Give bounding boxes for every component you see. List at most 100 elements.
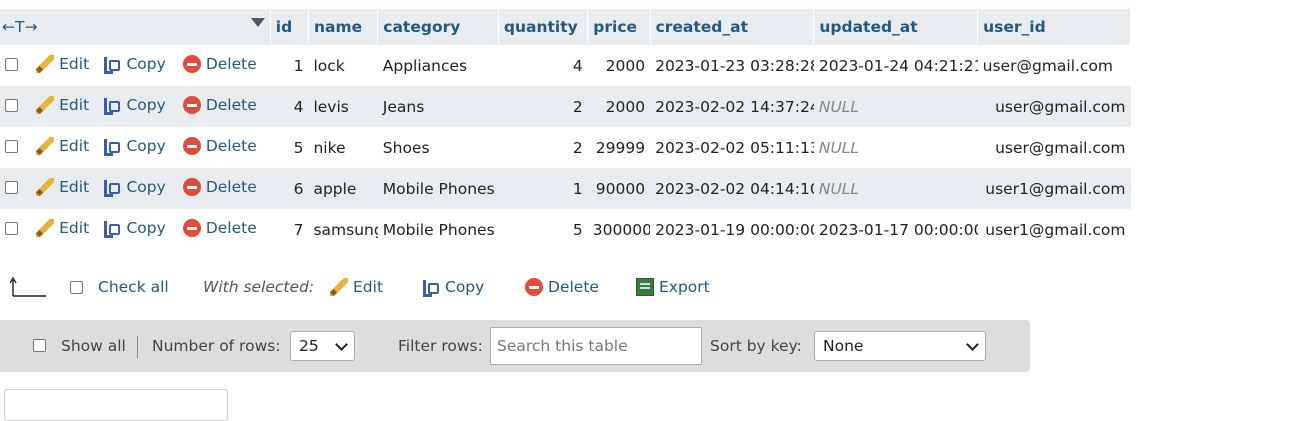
- cell-id[interactable]: 1: [270, 45, 309, 86]
- cell-name[interactable]: samsung: [308, 209, 378, 250]
- row-checkbox[interactable]: [5, 139, 18, 153]
- sort-by-key-select[interactable]: None: [814, 331, 986, 361]
- bulk-export-label[interactable]: Export: [659, 278, 710, 296]
- cell-created-at[interactable]: 2023-02-02 04:14:10: [650, 168, 814, 209]
- row-copy-link[interactable]: Copy: [103, 219, 166, 238]
- column-header-created-at[interactable]: created_at: [650, 9, 815, 45]
- delete-cell[interactable]: Delete: [177, 45, 271, 86]
- row-checkbox[interactable]: [5, 221, 18, 235]
- cell-created-at[interactable]: 2023-01-23 03:28:28: [650, 45, 814, 86]
- row-edit-link[interactable]: Edit: [36, 136, 89, 155]
- delete-label[interactable]: Delete: [206, 178, 257, 196]
- column-header-quantity-label[interactable]: quantity: [504, 18, 578, 36]
- cell-quantity[interactable]: 4: [498, 45, 588, 86]
- row-checkbox-cell[interactable]: [0, 168, 32, 209]
- bulk-edit-button[interactable]: Edit: [330, 278, 383, 296]
- cell-created-at[interactable]: 2023-02-02 05:11:13: [650, 127, 814, 168]
- cell-updated-at[interactable]: NULL: [813, 127, 978, 168]
- bulk-delete-label[interactable]: Delete: [548, 278, 599, 296]
- column-header-name-label[interactable]: name: [314, 18, 362, 36]
- cell-user-id[interactable]: user@gmail.com: [977, 86, 1131, 127]
- column-header-user-id-label[interactable]: user_id: [983, 18, 1046, 36]
- row-copy-link[interactable]: Copy: [103, 55, 166, 74]
- row-edit-link[interactable]: Edit: [36, 54, 89, 73]
- cell-price[interactable]: 2000: [587, 86, 651, 127]
- edit-cell[interactable]: Edit: [31, 45, 99, 86]
- cell-quantity[interactable]: 5: [498, 209, 588, 250]
- bulk-export-button[interactable]: Export: [636, 278, 710, 296]
- bulk-copy-button[interactable]: Copy: [422, 278, 484, 297]
- cell-updated-at[interactable]: 2023-01-24 04:21:21: [813, 45, 978, 86]
- column-header-updated-at-label[interactable]: updated_at: [819, 18, 917, 36]
- cell-price[interactable]: 90000: [587, 168, 651, 209]
- copy-cell[interactable]: Copy: [98, 209, 178, 250]
- cell-updated-at[interactable]: NULL: [813, 86, 978, 127]
- check-all-label[interactable]: Check all: [98, 278, 169, 296]
- copy-label[interactable]: Copy: [126, 55, 165, 73]
- row-delete-link[interactable]: Delete: [182, 218, 257, 237]
- row-delete-link[interactable]: Delete: [182, 136, 257, 155]
- column-header-id[interactable]: id: [270, 9, 309, 45]
- sort-options-icon[interactable]: [250, 18, 265, 27]
- cell-quantity[interactable]: 2: [498, 127, 588, 168]
- bulk-delete-button[interactable]: Delete: [525, 278, 599, 296]
- column-header-id-label[interactable]: id: [276, 18, 292, 36]
- show-all-checkbox[interactable]: [33, 339, 46, 352]
- cell-user-id[interactable]: user1@gmail.com: [977, 168, 1131, 209]
- cell-name[interactable]: apple: [308, 168, 378, 209]
- row-edit-link[interactable]: Edit: [36, 177, 89, 196]
- delete-label[interactable]: Delete: [206, 137, 257, 155]
- cell-name[interactable]: nike: [308, 127, 378, 168]
- copy-label[interactable]: Copy: [126, 178, 165, 196]
- cell-user-id[interactable]: user1@gmail.com: [977, 209, 1131, 250]
- edit-cell[interactable]: Edit: [31, 168, 99, 209]
- delete-cell[interactable]: Delete: [177, 127, 271, 168]
- cell-id[interactable]: 5: [270, 127, 309, 168]
- copy-cell[interactable]: Copy: [98, 86, 178, 127]
- row-edit-link[interactable]: Edit: [36, 218, 89, 237]
- cell-category[interactable]: Shoes: [377, 127, 499, 168]
- cell-id[interactable]: 6: [270, 168, 309, 209]
- edit-label[interactable]: Edit: [59, 137, 89, 155]
- delete-label[interactable]: Delete: [206, 219, 257, 237]
- delete-label[interactable]: Delete: [206, 55, 257, 73]
- bulk-edit-label[interactable]: Edit: [353, 278, 383, 296]
- cell-id[interactable]: 4: [270, 86, 309, 127]
- copy-cell[interactable]: Copy: [98, 168, 178, 209]
- edit-cell[interactable]: Edit: [31, 209, 99, 250]
- edit-cell[interactable]: Edit: [31, 127, 99, 168]
- row-checkbox-cell[interactable]: [0, 209, 32, 250]
- column-header-updated-at[interactable]: updated_at: [813, 9, 979, 45]
- cell-category[interactable]: Mobile Phones: [377, 209, 499, 250]
- column-header-price[interactable]: price: [587, 9, 651, 45]
- edit-label[interactable]: Edit: [59, 178, 89, 196]
- row-delete-link[interactable]: Delete: [182, 95, 257, 114]
- cell-quantity[interactable]: 2: [498, 86, 588, 127]
- cell-name[interactable]: levis: [308, 86, 378, 127]
- row-checkbox-cell[interactable]: [0, 45, 32, 86]
- cell-user-id[interactable]: user@gmail.com: [977, 127, 1131, 168]
- row-delete-link[interactable]: Delete: [182, 54, 257, 73]
- filter-rows-input[interactable]: Search this table: [490, 327, 702, 365]
- column-header-user-id[interactable]: user_id: [977, 9, 1131, 45]
- edit-label[interactable]: Edit: [59, 219, 89, 237]
- column-header-category-label[interactable]: category: [383, 18, 460, 36]
- delete-cell[interactable]: Delete: [177, 209, 271, 250]
- cell-created-at[interactable]: 2023-01-19 00:00:00: [650, 209, 814, 250]
- column-header-price-label[interactable]: price: [593, 18, 637, 36]
- check-all-checkbox[interactable]: [70, 281, 83, 294]
- number-of-rows-select[interactable]: 25: [290, 331, 355, 361]
- cell-price[interactable]: 2000: [587, 45, 651, 86]
- column-header-name[interactable]: name: [308, 9, 379, 45]
- column-header-quantity[interactable]: quantity: [498, 9, 589, 45]
- column-arrows-header[interactable]: ←T→: [0, 9, 271, 45]
- row-delete-link[interactable]: Delete: [182, 177, 257, 196]
- row-checkbox-cell[interactable]: [0, 86, 32, 127]
- copy-cell[interactable]: Copy: [98, 127, 178, 168]
- show-all-label[interactable]: Show all: [61, 337, 126, 355]
- row-checkbox[interactable]: [5, 180, 18, 194]
- cell-name[interactable]: lock: [308, 45, 378, 86]
- sort-by-key-value[interactable]: None: [823, 337, 863, 355]
- delete-label[interactable]: Delete: [206, 96, 257, 114]
- copy-label[interactable]: Copy: [126, 137, 165, 155]
